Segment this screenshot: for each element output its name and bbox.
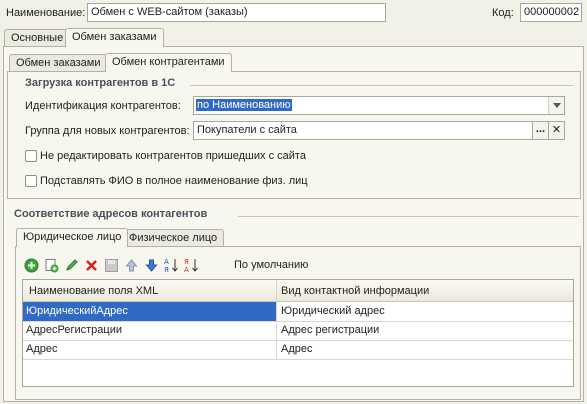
tab-legal-entity[interactable]: Юридическое лицо — [16, 228, 129, 247]
table-cell[interactable]: Юридический адрес — [278, 302, 573, 321]
table-header: Наименование поля XML Вид контактной инф… — [23, 280, 573, 302]
table-cell[interactable]: Адрес — [23, 340, 276, 359]
close-icon: ✕ — [551, 124, 562, 136]
edit-icon — [65, 258, 78, 271]
table-cell[interactable]: Адрес — [278, 340, 573, 359]
sort-asc-button[interactable]: AЯ — [162, 256, 180, 274]
sort-desc-button[interactable]: ЯA — [182, 256, 200, 274]
choose-button[interactable]: ... — [533, 121, 549, 140]
row-divider — [23, 359, 573, 360]
no-edit-checkbox[interactable] — [25, 150, 37, 162]
name-field[interactable]: Обмен с WEB-сайтом (заказы) — [87, 3, 386, 22]
load-section-title: Загрузка контрагентов в 1С — [25, 77, 176, 89]
code-label: Код: — [492, 7, 514, 19]
delete-icon — [85, 259, 97, 271]
no-edit-label: Не редактировать контрагентов пришедших … — [40, 150, 306, 162]
table-cell[interactable]: Адрес регистрации — [278, 321, 573, 340]
sort-desc-icon: ЯA — [184, 258, 198, 273]
column-header-xml-field[interactable]: Наименование поля XML — [26, 282, 274, 301]
delete-button[interactable] — [82, 256, 100, 274]
name-label: Наименование: — [6, 7, 86, 19]
tab-individual[interactable]: Физическое лицо — [122, 229, 225, 247]
address-table[interactable]: Наименование поля XML Вид контактной инф… — [22, 279, 574, 387]
save-icon — [104, 258, 118, 272]
section-divider — [238, 216, 579, 217]
sort-asc-icon: AЯ — [164, 258, 178, 273]
move-down-icon — [144, 259, 158, 272]
fio-checkbox[interactable] — [25, 175, 37, 187]
dropdown-button[interactable] — [548, 97, 564, 114]
code-field[interactable]: 000000002 — [520, 3, 582, 22]
address-section-title: Соответствие адресов контагентов — [14, 208, 208, 220]
tab-counterparties[interactable]: Обмен контрагентами — [105, 53, 232, 72]
section-divider — [190, 85, 573, 86]
move-up-icon — [124, 258, 138, 271]
toolbar: AЯ ЯA По умолчанию — [22, 256, 322, 274]
svg-text:A: A — [184, 266, 189, 273]
save-button[interactable] — [102, 256, 120, 274]
add-button[interactable] — [22, 256, 40, 274]
copy-button[interactable] — [42, 256, 60, 274]
table-cell[interactable]: АдресРегистрации — [23, 321, 276, 340]
group-field[interactable]: Покупатели с сайта — [193, 121, 533, 140]
identification-select[interactable]: по Наименованию — [193, 96, 565, 115]
group-label: Группа для новых контрагентов: — [25, 125, 190, 137]
table-cell[interactable]: ЮридическийАдрес — [23, 302, 276, 321]
tab-orders[interactable]: Обмен заказами — [9, 54, 108, 72]
svg-text:A: A — [164, 258, 169, 266]
svg-text:Я: Я — [164, 266, 169, 273]
identification-label: Идентификация контрагентов: — [25, 100, 181, 112]
edit-button[interactable] — [62, 256, 80, 274]
copy-icon — [45, 258, 58, 272]
tab-main[interactable]: Основные — [4, 29, 71, 47]
chevron-down-icon — [552, 103, 561, 108]
svg-text:Я: Я — [184, 258, 189, 266]
identification-value: по Наименованию — [196, 99, 292, 111]
clear-button[interactable]: ✕ — [549, 121, 565, 140]
tab-orders-exchange[interactable]: Обмен заказами — [65, 28, 164, 47]
column-divider — [276, 280, 277, 359]
default-button[interactable]: По умолчанию — [234, 258, 308, 272]
add-icon — [24, 258, 38, 272]
move-up-button[interactable] — [122, 256, 140, 274]
move-down-button[interactable] — [142, 256, 160, 274]
fio-label: Подставлять ФИО в полное наименование фи… — [40, 175, 308, 187]
column-header-contact-kind[interactable]: Вид контактной информации — [278, 282, 568, 301]
